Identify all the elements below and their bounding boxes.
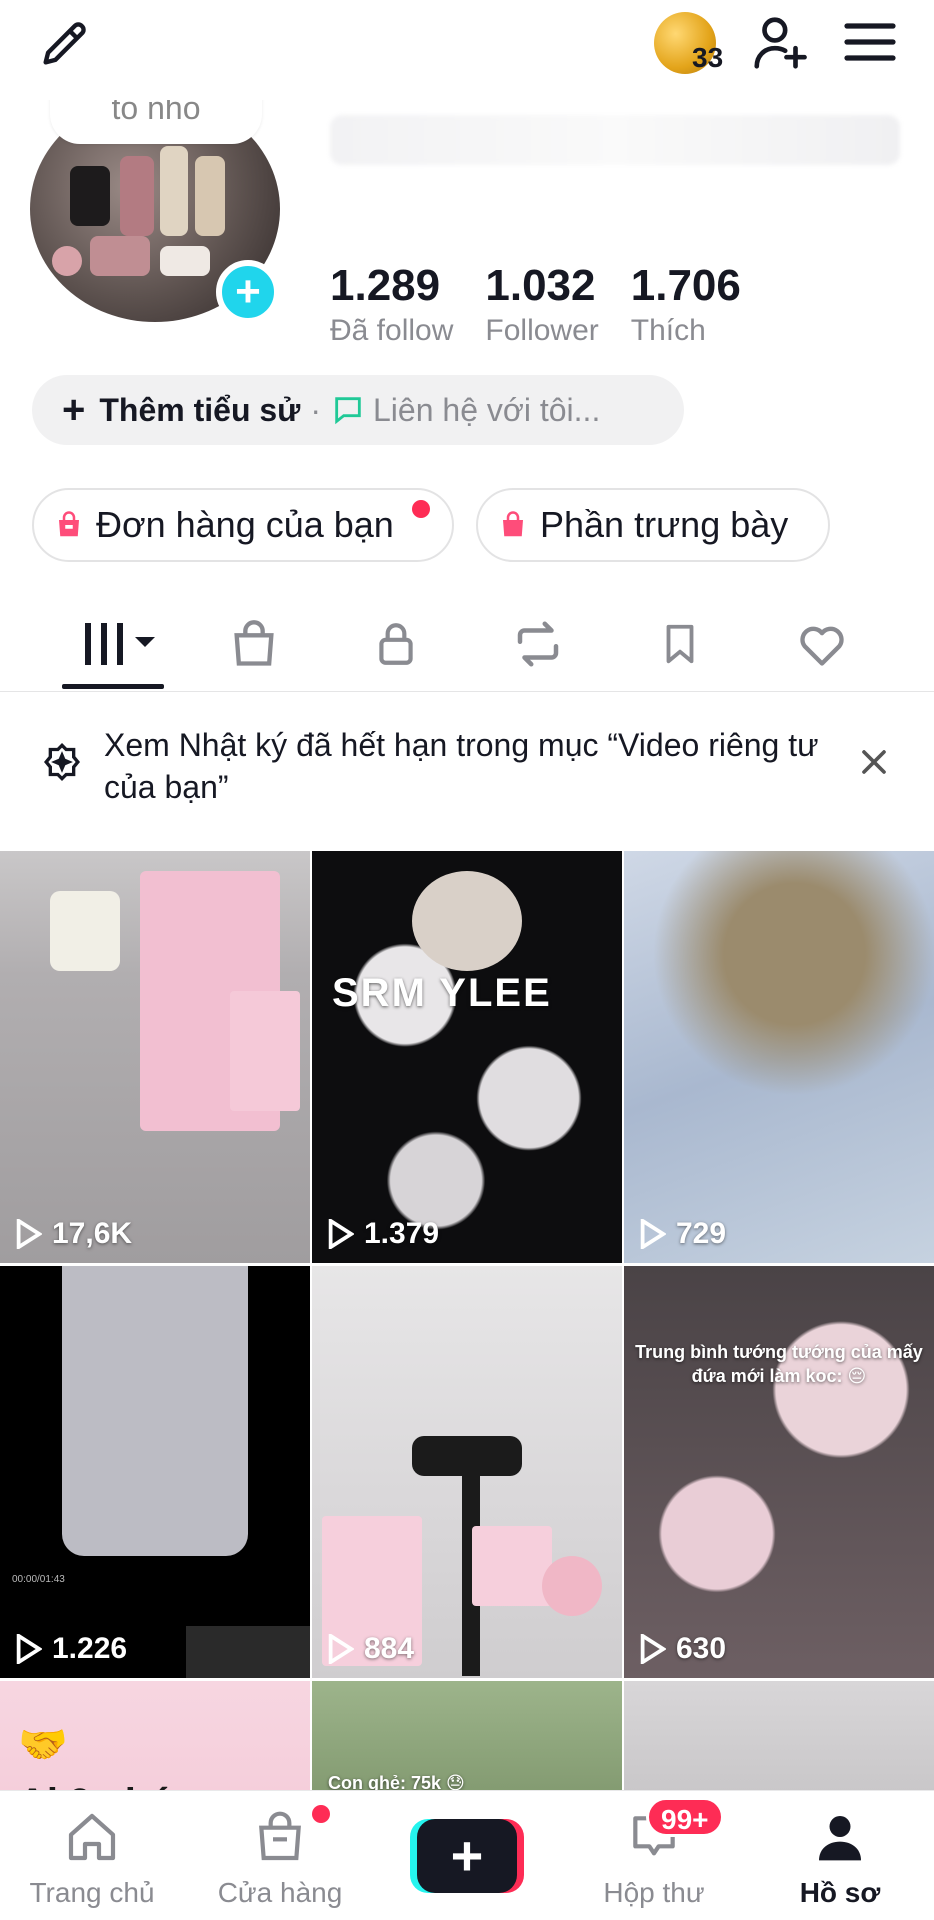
avatar-add-story-button[interactable]: + [216, 260, 280, 324]
play-icon [640, 1634, 666, 1664]
lock-icon [379, 623, 413, 665]
showcase-label: Phần trưng bày [540, 504, 789, 545]
bottom-navigation: Trang chủ Cửa hàng + Hộp thư 99+ Hồ sơ [0, 1790, 934, 1920]
stat-likes[interactable]: 1.706 Thích [630, 261, 741, 348]
add-friend-icon[interactable] [745, 8, 815, 78]
coin-count: 33 [692, 42, 724, 73]
stat-likes-value: 1.706 [630, 261, 741, 310]
video-thumbnail[interactable]: 729 [624, 851, 934, 1263]
plus-icon: + [417, 1819, 517, 1893]
video-thumbnail[interactable]: 884 [312, 1266, 622, 1678]
profile-tabs [0, 596, 934, 692]
shop-bag-icon [259, 1811, 301, 1861]
profile-stats: 1.289 Đã follow 1.032 Follower 1.706 Thí… [330, 261, 773, 348]
tab-videos[interactable] [76, 614, 166, 674]
nav-home[interactable]: Trang chủ [2, 1791, 182, 1920]
stat-likes-label: Thích [630, 314, 706, 348]
bookmark-icon [666, 624, 694, 664]
play-icon [16, 1219, 42, 1249]
create-button[interactable]: + [410, 1819, 524, 1893]
home-icon [68, 1813, 116, 1861]
video-timestamp: 00:00/01:43 [12, 1574, 65, 1585]
orders-label: Đơn hàng của bạn [96, 504, 394, 545]
plus-icon: + [62, 388, 86, 432]
active-tab-indicator [62, 684, 164, 689]
view-count: 17,6K [14, 1217, 132, 1251]
nav-shop-label: Cửa hàng [217, 1877, 343, 1908]
shopping-bag-icon [59, 511, 79, 537]
edit-pencil-icon[interactable] [30, 8, 100, 78]
repost-icon [517, 621, 559, 667]
video-overlay-text: SRM YLEE [332, 971, 552, 1015]
top-bar: 33 [0, 0, 934, 100]
nav-profile[interactable]: Hồ sơ [750, 1791, 930, 1920]
nav-profile-label: Hồ sơ [799, 1877, 881, 1908]
tab-reposts[interactable] [502, 614, 574, 674]
tab-favorites[interactable] [644, 614, 716, 674]
tab-shop[interactable] [218, 614, 290, 674]
blurred-username [330, 115, 900, 165]
play-icon [640, 1219, 666, 1249]
nav-home-label: Trang chủ [29, 1877, 155, 1908]
stat-followers[interactable]: 1.032 Follower [485, 261, 599, 348]
view-count: 630 [638, 1632, 726, 1666]
play-icon [328, 1634, 354, 1664]
stat-following[interactable]: 1.289 Đã follow [330, 261, 454, 348]
bio-separator: · [310, 391, 321, 428]
shop-notification-dot [312, 1805, 330, 1823]
play-icon [328, 1219, 354, 1249]
view-count: 729 [638, 1217, 726, 1251]
nav-inbox-label: Hộp thư [603, 1877, 705, 1908]
tab-liked[interactable] [786, 614, 858, 674]
shopping-bag-icon [503, 511, 523, 537]
inbox-badge: 99+ [646, 1797, 724, 1837]
stat-followers-value: 1.032 [485, 261, 596, 310]
view-count: 884 [326, 1632, 414, 1666]
video-grid: 17,6K SRM YLEE 1.379 729 00:00/01:43 1.2… [0, 851, 934, 1881]
handshake-emoji: 🤝 [18, 1723, 68, 1767]
stat-following-label: Đã follow [330, 314, 454, 348]
sparkle-badge-icon [43, 742, 81, 782]
video-overlay-text: Trung bình tướng tướng của mấy đứa mới l… [635, 1342, 923, 1386]
menu-icon[interactable] [838, 10, 902, 74]
orders-button[interactable]: Đơn hàng của bạn [32, 488, 454, 562]
view-count: 1.379 [326, 1217, 439, 1251]
notice-text: Xem Nhật ký đã hết hạn trong mục “Video … [104, 727, 819, 805]
video-thumbnail[interactable]: 17,6K [0, 851, 310, 1263]
video-thumbnail[interactable]: SRM YLEE 1.379 [312, 851, 622, 1263]
stat-followers-label: Follower [485, 314, 599, 348]
video-thumbnail[interactable]: 00:00/01:43 1.226 [0, 1266, 310, 1678]
play-icon [16, 1634, 42, 1664]
orders-notification-dot [412, 500, 430, 518]
shop-bag-icon [234, 620, 274, 666]
chat-bubble-icon [335, 397, 361, 425]
video-thumbnail[interactable]: Trung bình tướng tướng của mấy đứa mới l… [624, 1266, 934, 1678]
showcase-button[interactable]: Phần trưng bày [476, 488, 830, 562]
expired-diary-notice[interactable]: Xem Nhật ký đã hết hạn trong mục “Video … [0, 712, 934, 822]
profile-person-icon [819, 1816, 861, 1861]
video-grid-icon [85, 623, 155, 665]
add-bio-button[interactable]: Thêm tiểu sử [99, 392, 300, 429]
bio-pill: + Thêm tiểu sử · Liên hệ với tôi... [32, 375, 684, 445]
profile-avatar-section: to nho + [30, 80, 282, 330]
heart-icon [800, 626, 844, 666]
tab-private[interactable] [360, 614, 432, 674]
stat-following-value: 1.289 [330, 261, 441, 310]
close-icon[interactable] [854, 742, 894, 782]
coin-balance-button[interactable]: 33 [650, 8, 734, 78]
view-count: 1.226 [14, 1632, 127, 1666]
contact-button[interactable]: Liên hệ với tôi... [373, 392, 600, 429]
nav-shop[interactable]: Cửa hàng [190, 1791, 370, 1920]
